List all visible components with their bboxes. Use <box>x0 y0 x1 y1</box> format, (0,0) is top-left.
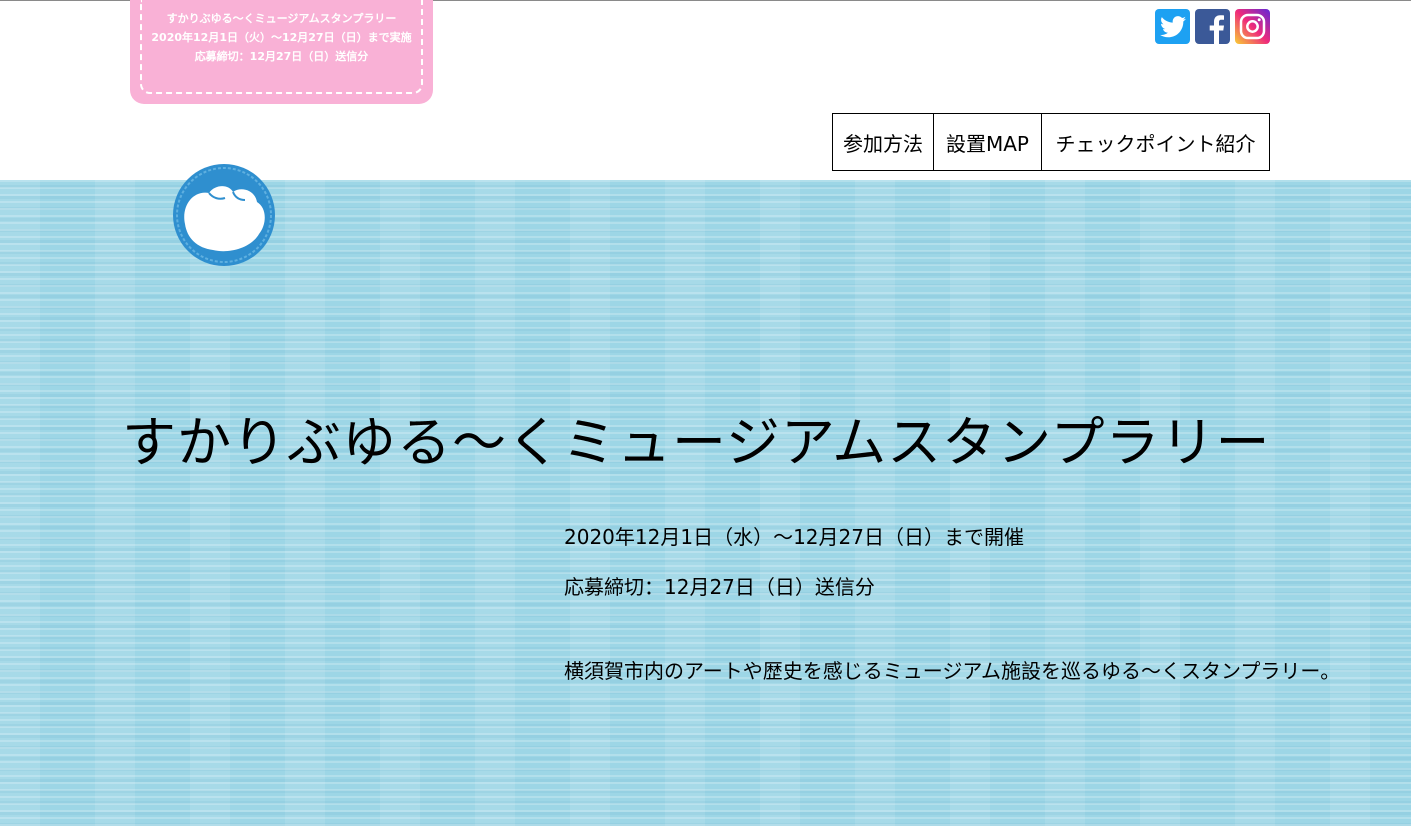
page-title: すかりぶゆる〜くミュージアムスタンプラリー <box>122 411 1271 474</box>
event-tag-deadline: 応募締切：12月27日（日）送信分 <box>194 50 369 63</box>
event-tag-title: すかりぶゆる〜くミュージアムスタンプラリー <box>166 12 397 25</box>
logo-icon[interactable] <box>171 162 277 268</box>
main-nav: 参加方法 設置MAP チェックポイント紹介 <box>832 113 1270 171</box>
event-deadline: 応募締切：12月27日（日）送信分 <box>564 575 875 599</box>
twitter-icon[interactable] <box>1155 9 1190 44</box>
event-tag-period: 2020年12月1日（火）〜12月27日（日）まで実施 <box>151 31 412 44</box>
event-description: 横須賀市内のアートや歴史を感じるミュージアム施設を巡るゆる〜くスタンプラリー。 <box>564 659 1341 683</box>
social-links <box>1155 9 1270 44</box>
nav-item-how-to-join[interactable]: 参加方法 <box>832 113 934 171</box>
nav-item-map[interactable]: 設置MAP <box>933 113 1042 171</box>
hero-banner <box>0 180 1411 826</box>
event-info-tag-inner: すかりぶゆる〜くミュージアムスタンプラリー 2020年12月1日（火）〜12月2… <box>140 0 423 94</box>
facebook-icon[interactable] <box>1195 9 1230 44</box>
page: すかりぶゆる〜くミュージアムスタンプラリー 2020年12月1日（火）〜12月2… <box>0 0 1411 826</box>
event-info-tag[interactable]: すかりぶゆる〜くミュージアムスタンプラリー 2020年12月1日（火）〜12月2… <box>130 0 433 104</box>
instagram-icon[interactable] <box>1235 9 1270 44</box>
event-period: 2020年12月1日（水）〜12月27日（日）まで開催 <box>564 525 1024 549</box>
nav-item-checkpoints[interactable]: チェックポイント紹介 <box>1041 113 1270 171</box>
